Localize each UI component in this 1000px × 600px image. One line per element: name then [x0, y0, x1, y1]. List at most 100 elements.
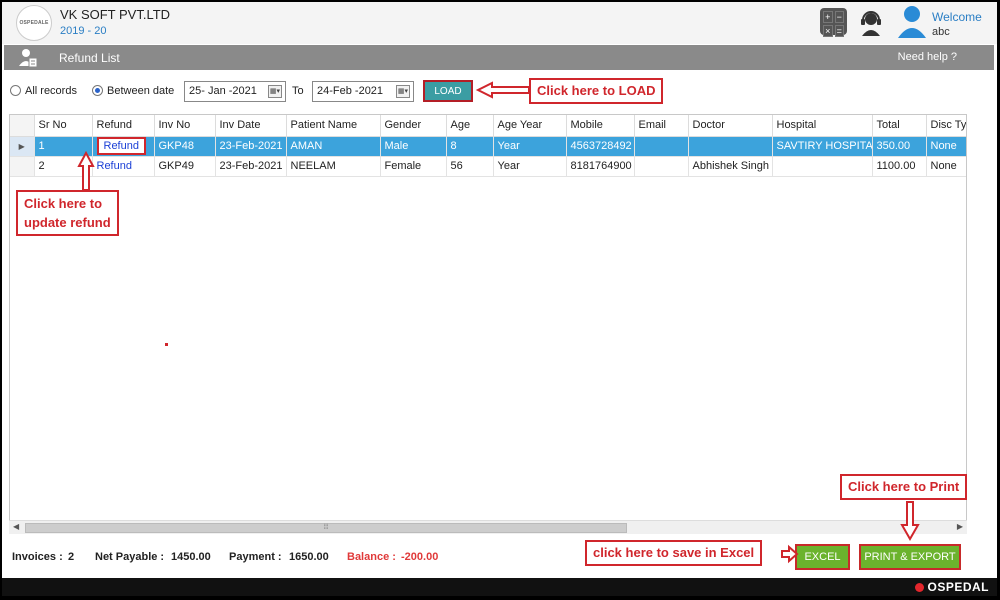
refund-list-icon — [19, 49, 38, 68]
column-header[interactable]: Age Year — [493, 115, 567, 137]
company-name: VK SOFT PVT.LTD — [60, 7, 171, 22]
refund-annotation: Click here to update refund — [16, 190, 119, 236]
table-header-row: Sr No Refund Inv No Inv Date Patient Nam… — [10, 115, 966, 137]
cell-doctor[interactable] — [688, 136, 773, 157]
payment-label: Payment : — [229, 551, 282, 563]
cell-total[interactable]: 350.00 — [872, 136, 927, 157]
scrollbar-thumb[interactable]: ⦙⦙⦙ — [25, 523, 627, 533]
column-header[interactable]: Doctor — [688, 115, 773, 137]
column-header[interactable]: Refund — [92, 115, 155, 137]
column-header[interactable]: Hospital — [772, 115, 873, 137]
cell-inv-no[interactable]: GKP48 — [154, 136, 216, 157]
cell-hospital[interactable] — [772, 156, 873, 177]
net-payable-value: 1450.00 — [171, 551, 211, 563]
app-header: OSPEDALE VK SOFT PVT.LTD 2019 - 20 + − × = … — [2, 2, 997, 44]
stray-mark — [165, 343, 168, 346]
cell-hospital[interactable]: SAVTIRY HOSPITAL — [772, 136, 873, 157]
brand-logo: OSPEDAL — [915, 580, 989, 594]
excel-annotation: click here to save in Excel — [585, 540, 763, 566]
cell-disc-type[interactable]: None — [926, 156, 966, 177]
cell-inv-date[interactable]: 23-Feb-2021 — [215, 156, 287, 177]
financial-year[interactable]: 2019 - 20 — [60, 25, 106, 37]
cell-disc-type[interactable]: None — [926, 136, 966, 157]
app-window: OSPEDALE VK SOFT PVT.LTD 2019 - 20 + − × = … — [2, 2, 997, 596]
cell-age[interactable]: 56 — [446, 156, 494, 177]
column-header[interactable]: Mobile — [566, 115, 635, 137]
scroll-right-icon[interactable]: ▶ — [957, 522, 963, 531]
cell-sr-no[interactable]: 2 — [34, 156, 93, 177]
row-header-corner — [10, 115, 35, 137]
calendar-dropdown-icon[interactable]: ▦▾ — [268, 85, 282, 98]
between-date-radio[interactable] — [92, 85, 103, 96]
to-date-value: 24-Feb -2021 — [317, 85, 384, 97]
column-header[interactable]: Age — [446, 115, 494, 137]
column-header[interactable]: Inv No — [154, 115, 216, 137]
column-header[interactable]: Gender — [380, 115, 447, 137]
row-pointer-icon[interactable]: ▶ — [10, 136, 35, 157]
user-avatar-icon[interactable] — [897, 4, 927, 38]
scroll-left-icon[interactable]: ◀ — [13, 522, 19, 531]
cell-gender[interactable]: Female — [380, 156, 447, 177]
welcome-text: Welcome — [932, 10, 982, 24]
need-help-link[interactable]: Need help ? — [898, 51, 957, 63]
summary-footer: Invoices : 2 Net Payable : 1450.00 Payme… — [2, 538, 997, 578]
cell-inv-no[interactable]: GKP49 — [154, 156, 216, 177]
brand-text: OSPEDAL — [927, 580, 989, 594]
cell-age-year[interactable]: Year — [493, 136, 567, 157]
column-header[interactable]: Email — [634, 115, 689, 137]
invoices-value: 2 — [68, 551, 75, 563]
refund-link[interactable]: Refund — [96, 137, 146, 155]
support-headset-icon[interactable] — [858, 8, 884, 36]
calendar-dropdown-icon[interactable]: ▦▾ — [396, 85, 410, 98]
all-records-radio[interactable] — [10, 85, 21, 96]
cell-patient-name[interactable]: NEELAM — [286, 156, 381, 177]
cell-total[interactable]: 1100.00 — [872, 156, 927, 177]
cell-inv-date[interactable]: 23-Feb-2021 — [215, 136, 287, 157]
table-row[interactable]: 2 Refund GKP49 23-Feb-2021 NEELAM Female… — [10, 156, 966, 177]
to-label: To — [292, 85, 304, 97]
refund-table: Sr No Refund Inv No Inv Date Patient Nam… — [10, 115, 966, 177]
refund-annotation-line2: update refund — [24, 215, 111, 230]
cell-doctor[interactable]: Abhishek Singh — [688, 156, 773, 177]
to-date-picker[interactable]: 24-Feb -2021 ▦▾ — [312, 81, 414, 102]
calculator-icon[interactable]: + − × = — [820, 8, 847, 37]
brand-dot-icon — [915, 583, 925, 592]
horizontal-scrollbar[interactable]: ◀ ⦙⦙⦙ ▶ — [9, 520, 967, 534]
column-header[interactable]: Sr No — [34, 115, 93, 137]
bottom-strip: OSPEDAL — [2, 578, 997, 596]
column-header[interactable]: Inv Date — [215, 115, 287, 137]
page-title: Refund List — [59, 51, 120, 65]
cell-age[interactable]: 8 — [446, 136, 494, 157]
from-date-picker[interactable]: 25- Jan -2021 ▦▾ — [184, 81, 286, 102]
column-header[interactable]: Disc Typ — [926, 115, 966, 137]
logo-text: OSPEDALE — [19, 20, 49, 26]
load-annotation: Click here to LOAD — [529, 78, 664, 104]
load-button[interactable]: LOAD — [423, 80, 473, 102]
net-payable-label: Net Payable : — [95, 551, 165, 563]
table-row[interactable]: ▶ 1 Refund GKP48 23-Feb-2021 AMAN Male 8… — [10, 136, 966, 157]
refund-annotation-line1: Click here to — [24, 196, 103, 211]
cell-mobile[interactable]: 4563728492 — [566, 136, 635, 157]
excel-button[interactable]: EXCEL — [795, 544, 850, 570]
between-date-label: Between date — [107, 85, 175, 97]
cell-email[interactable] — [634, 136, 689, 157]
cell-mobile[interactable]: 8181764900 — [566, 156, 635, 177]
invoices-label: Invoices : — [12, 551, 63, 563]
print-annotation: Click here to Print — [840, 474, 968, 500]
refund-link[interactable]: Refund — [97, 160, 132, 172]
cell-age-year[interactable]: Year — [493, 156, 567, 177]
cell-gender[interactable]: Male — [380, 136, 447, 157]
print-export-button[interactable]: PRINT & EXPORT — [859, 544, 961, 570]
cell-email[interactable] — [634, 156, 689, 177]
cell-refund[interactable]: Refund — [92, 136, 155, 157]
cell-sr-no[interactable]: 1 — [34, 136, 93, 157]
cell-patient-name[interactable]: AMAN — [286, 136, 381, 157]
column-header[interactable]: Patient Name — [286, 115, 381, 137]
refund-grid: Sr No Refund Inv No Inv Date Patient Nam… — [9, 114, 967, 534]
column-header[interactable]: Total — [872, 115, 927, 137]
cell-refund[interactable]: Refund — [92, 156, 155, 177]
all-records-label: All records — [25, 85, 77, 97]
company-logo: OSPEDALE — [16, 5, 52, 41]
username: abc — [932, 26, 950, 38]
row-selector[interactable] — [10, 156, 35, 177]
